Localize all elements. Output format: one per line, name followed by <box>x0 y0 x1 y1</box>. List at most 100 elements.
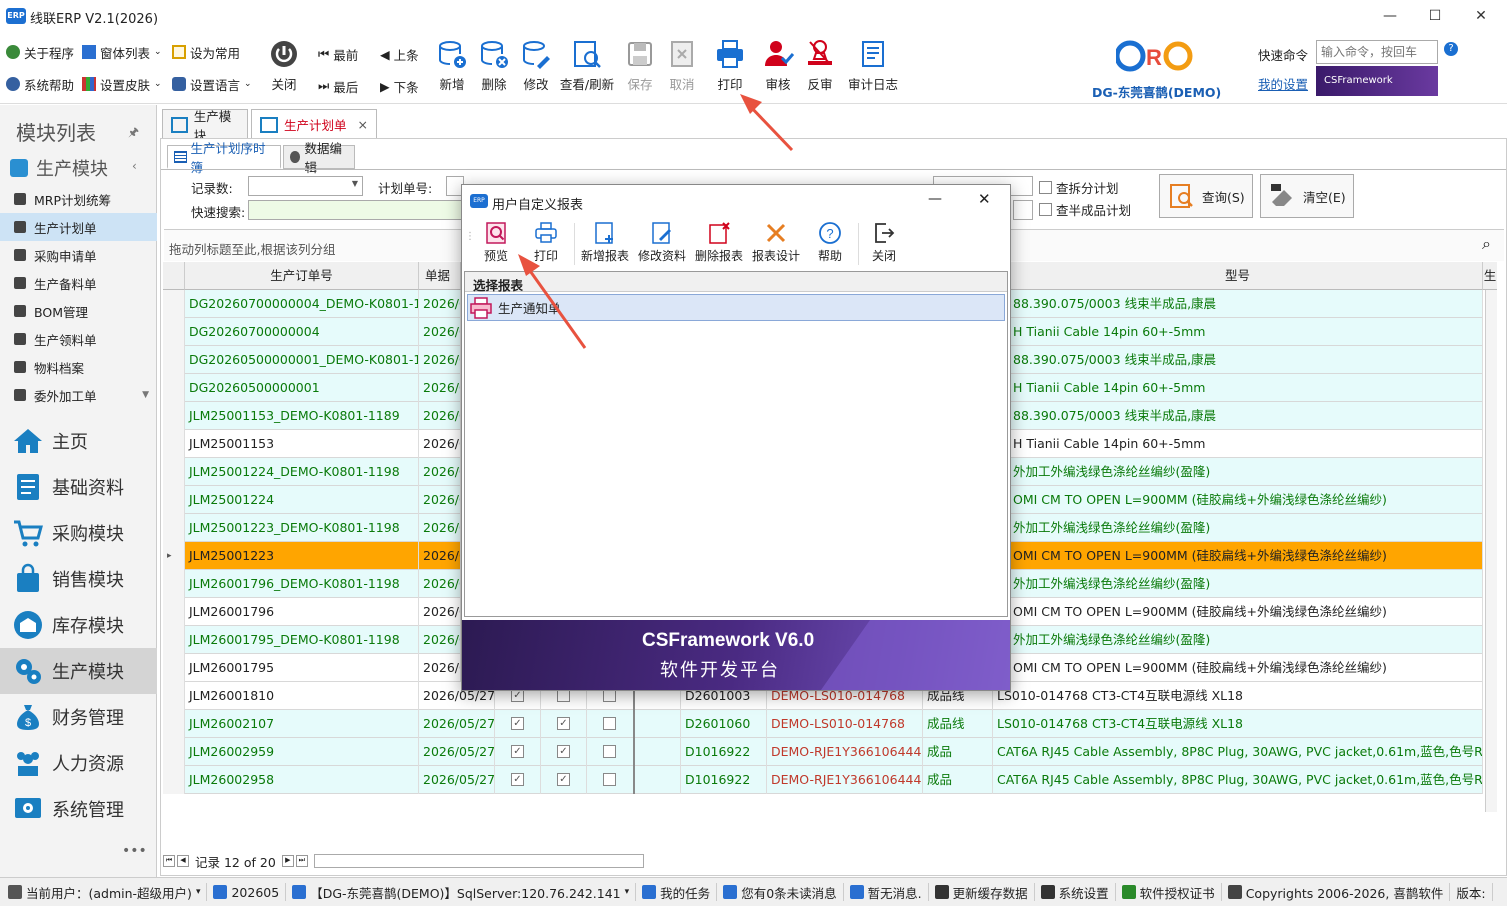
maximize-button[interactable]: ☐ <box>1412 4 1458 28</box>
quick-command-input[interactable] <box>1316 40 1438 64</box>
minimize-button[interactable]: — <box>1367 4 1413 28</box>
sidebar-item-material-file[interactable]: 物料档案 <box>0 353 157 381</box>
first-record-button[interactable]: ⏮ 最前 <box>318 44 358 64</box>
dialog-print-button[interactable]: 打印 <box>528 221 564 269</box>
set-common-button[interactable]: 设为常用 <box>172 42 240 62</box>
customer-no-input-2[interactable] <box>1013 200 1033 220</box>
module-system[interactable]: 系统管理 <box>0 786 157 832</box>
semi-plan-check[interactable]: 查半成品计划 <box>1039 200 1131 219</box>
pager-first-button[interactable]: ⏮ <box>163 855 175 867</box>
more-modules-button[interactable]: ••• <box>122 843 147 859</box>
tab-production-module[interactable]: 生产模块 <box>162 109 248 143</box>
report-item[interactable]: 生产通知单 <box>467 294 1005 321</box>
status-item[interactable]: 您有0条未读消息 <box>717 883 844 901</box>
unapprove-button[interactable]: 反审 <box>798 36 842 96</box>
print-button[interactable]: 打印 <box>708 36 752 96</box>
preview-button[interactable]: 预览 <box>478 221 514 269</box>
status-item[interactable]: 系统设置 <box>1035 883 1116 901</box>
checkbox[interactable]: ✓ <box>511 717 524 730</box>
audit-log-button[interactable]: 审计日志 <box>846 36 900 96</box>
query-button[interactable]: 查询(S) <box>1159 174 1253 218</box>
checkbox[interactable] <box>603 745 616 758</box>
pager-last-button[interactable]: ⏭ <box>295 855 308 867</box>
checkbox[interactable] <box>1039 203 1052 216</box>
save-button[interactable]: 保存 <box>618 36 662 96</box>
module-production[interactable]: 生产模块 <box>0 648 157 694</box>
collapse-icon[interactable]: ‹ <box>132 159 137 173</box>
close-window-button[interactable]: ✕ <box>1458 4 1504 28</box>
quick-help-icon[interactable]: ? <box>1444 42 1458 56</box>
module-home[interactable]: 主页 <box>0 418 157 464</box>
checkbox[interactable]: ✓ <box>557 773 570 786</box>
status-item[interactable]: 软件授权证书 <box>1116 883 1222 901</box>
pin-icon[interactable]: 🖈 <box>128 123 139 144</box>
delete-button[interactable]: 删除 <box>472 36 516 96</box>
last-record-button[interactable]: ⏭ 最后 <box>318 76 358 96</box>
delete-report-button[interactable]: 删除报表 <box>694 221 744 269</box>
sidebar-item-material-prep[interactable]: 生产备料单 <box>0 269 157 297</box>
col-order-no[interactable]: 生产订单号 <box>185 262 419 290</box>
module-basic-data[interactable]: 基础资料 <box>0 464 157 510</box>
status-item[interactable]: 更新缓存数据 <box>929 883 1035 901</box>
next-record-button[interactable]: ▶ 下条 <box>380 76 419 96</box>
my-settings-link[interactable]: 我的设置 <box>1258 74 1308 93</box>
sidebar-item-outsourcing[interactable]: 委外加工单 ▼ <box>0 381 157 409</box>
checkbox[interactable] <box>603 717 616 730</box>
sidebar-item-material-issue[interactable]: 生产领料单 <box>0 325 157 353</box>
table-row[interactable]: JLM26002959 2026/05/27 ✓ ✓ D1016922 DEMO-RJE1… <box>163 738 1483 766</box>
section-header[interactable]: 生产模块 <box>10 155 108 181</box>
col-model[interactable]: 型号 <box>993 262 1483 290</box>
table-row[interactable]: JLM26002107 2026/05/27 ✓ ✓ D2601060 DEMO-LS01… <box>163 710 1483 738</box>
add-button[interactable]: 新增 <box>430 36 474 96</box>
table-row[interactable]: JLM26002958 2026/05/27 ✓ ✓ D1016922 DEMO-RJE1… <box>163 766 1483 794</box>
dialog-help-button[interactable]: ? 帮助 <box>812 221 848 269</box>
tab-production-plan[interactable]: 生产计划单 × <box>251 109 377 139</box>
checkbox[interactable] <box>603 773 616 786</box>
split-plan-check[interactable]: 查拆分计划 <box>1039 178 1119 197</box>
window-list-button[interactable]: 窗体列表 ⌄ <box>82 42 162 62</box>
subtab-data-edit[interactable]: 数据编辑 <box>283 141 355 175</box>
col-extra[interactable]: 生 <box>1483 262 1497 290</box>
edit-report-button[interactable]: 修改资料 <box>637 221 687 269</box>
set-skin-button[interactable]: 设置皮肤 ⌄ <box>82 74 162 94</box>
quick-search-input[interactable] <box>248 200 464 220</box>
status-item[interactable]: 我的任务 <box>636 883 718 901</box>
sidebar-item-purchase-request[interactable]: 采购申请单 <box>0 241 157 269</box>
module-hr[interactable]: 人力资源 <box>0 740 157 786</box>
system-help-button[interactable]: 系统帮助 <box>6 74 74 94</box>
module-finance[interactable]: $ 财务管理 <box>0 694 157 740</box>
record-count-select[interactable]: ▼ <box>248 176 363 196</box>
checkbox[interactable]: ✓ <box>557 717 570 730</box>
horizontal-scrollbar[interactable] <box>313 854 644 868</box>
report-design-button[interactable]: 报表设计 <box>751 221 801 269</box>
vertical-scrollbar[interactable] <box>1485 290 1497 812</box>
checkbox[interactable]: ✓ <box>511 773 524 786</box>
about-program-button[interactable]: 关于程序 <box>6 42 74 62</box>
module-sales[interactable]: 销售模块 <box>0 556 157 602</box>
edit-button[interactable]: 修改 <box>514 36 558 96</box>
add-report-button[interactable]: 新增报表 <box>580 221 630 269</box>
close-tab-icon[interactable]: × <box>358 117 368 132</box>
module-purchase[interactable]: 采购模块 <box>0 510 157 556</box>
view-refresh-button[interactable]: 查看/刷新 <box>558 36 616 96</box>
set-language-button[interactable]: 设置语言 ⌄ <box>172 74 252 94</box>
search-icon[interactable]: ⌕ <box>1482 234 1491 254</box>
close-button[interactable]: 关闭 <box>262 36 306 96</box>
pager-prev-button[interactable]: ◀ <box>177 855 189 867</box>
subtab-plan-list[interactable]: 生产计划序时簿 <box>167 141 281 175</box>
checkbox[interactable]: ✓ <box>557 745 570 758</box>
sidebar-item-bom[interactable]: BOM管理 <box>0 297 157 325</box>
clear-button[interactable]: 清空(E) <box>1260 174 1354 218</box>
sidebar-item-production-plan[interactable]: 生产计划单 <box>0 213 157 241</box>
pager-next-button[interactable]: ▶ <box>281 855 294 867</box>
dialog-minimize-button[interactable]: — <box>928 191 942 207</box>
checkbox[interactable] <box>1039 181 1052 194</box>
sidebar-item-mrp[interactable]: MRP计划统筹 <box>0 185 157 213</box>
module-inventory[interactable]: 库存模块 <box>0 602 157 648</box>
col-date[interactable]: 单据日 <box>419 262 461 311</box>
status-item[interactable]: 暂无消息. <box>844 883 929 901</box>
dialog-exit-button[interactable]: 关闭 <box>866 221 902 269</box>
dialog-close-button[interactable]: ✕ <box>978 190 991 208</box>
approve-button[interactable]: 审核 <box>756 36 800 96</box>
cancel-button[interactable]: 取消 <box>660 36 704 96</box>
